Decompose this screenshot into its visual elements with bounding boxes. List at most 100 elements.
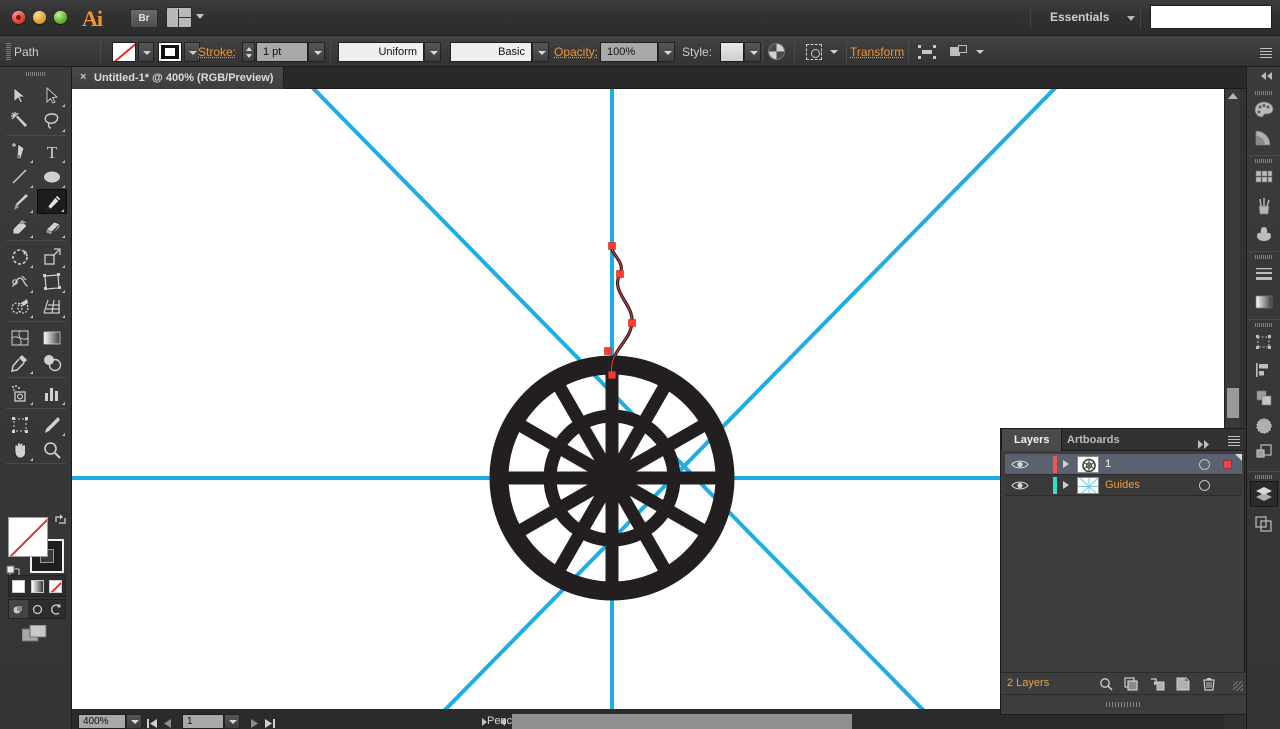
artboard-dropdown-icon[interactable] [224, 714, 240, 729]
zoom-tool[interactable] [37, 437, 67, 462]
hand-tool[interactable] [5, 437, 35, 462]
horizontal-scrollbar-thumb[interactable] [512, 714, 852, 729]
layers-list-body[interactable] [1005, 501, 1242, 619]
make-clipping-mask-icon[interactable] [1122, 676, 1140, 692]
dock-group-grip[interactable] [1255, 475, 1273, 479]
shape-builder-tool[interactable] [5, 294, 35, 319]
first-artboard-button[interactable] [146, 716, 158, 727]
arrange-documents-icon[interactable] [166, 7, 192, 28]
scroll-up-icon[interactable] [1228, 93, 1238, 99]
free-transform-tool[interactable] [37, 269, 67, 294]
visibility-eye-icon[interactable] [1011, 479, 1029, 492]
document-tab[interactable]: × Untitled-1* @ 400% (RGB/Preview) [72, 67, 284, 89]
brushes-panel-icon[interactable] [1250, 193, 1278, 219]
scale-tool[interactable] [37, 244, 67, 269]
eyedropper-tool[interactable] [5, 350, 35, 375]
transform-panel-icon[interactable] [1250, 329, 1278, 355]
opacity-mask-icon[interactable] [766, 42, 788, 62]
zoom-level-input[interactable]: 400% [78, 714, 126, 729]
status-info-menu-icon[interactable] [482, 718, 487, 726]
opacity-label[interactable]: Opacity: [554, 45, 598, 59]
chevron-down-icon[interactable] [826, 42, 838, 62]
pen-tool[interactable] [5, 139, 35, 164]
width-profile-input[interactable]: Uniform [338, 42, 424, 62]
stroke-weight-input[interactable]: 1 pt [256, 42, 308, 62]
target-indicator-icon[interactable] [1199, 480, 1210, 491]
chevron-down-icon[interactable] [196, 14, 204, 19]
style-dropdown-icon[interactable] [744, 42, 761, 62]
close-icon[interactable]: × [80, 73, 89, 82]
pathfinder-panel-icon[interactable] [1250, 385, 1278, 411]
perspective-grid-tool[interactable] [37, 294, 67, 319]
panel-drag-grip[interactable] [1106, 702, 1142, 707]
control-bar-menu-icon[interactable] [1260, 48, 1272, 58]
draw-normal-mode-button[interactable] [9, 600, 28, 618]
target-indicator-icon[interactable] [1199, 459, 1210, 470]
zoom-button[interactable] [54, 11, 67, 24]
mesh-tool[interactable] [5, 325, 35, 350]
layer-row-guides[interactable]: Guides [1005, 475, 1242, 496]
blend-tool[interactable] [37, 350, 67, 375]
selection-tool[interactable] [5, 83, 35, 108]
tools-panel-grip[interactable] [26, 72, 46, 76]
graphic-style-swatch[interactable] [720, 42, 744, 62]
dock-group-grip[interactable] [1255, 255, 1273, 259]
line-segment-tool[interactable] [5, 164, 35, 189]
screen-mode-button[interactable] [22, 625, 48, 643]
symbol-sprayer-tool[interactable] [5, 381, 35, 406]
fill-dropdown-icon[interactable] [138, 42, 154, 62]
rotate-tool[interactable] [5, 244, 35, 269]
vertical-scrollbar-thumb[interactable] [1227, 388, 1239, 418]
layer-name-label[interactable]: 1 [1105, 458, 1111, 470]
pencil-tool[interactable] [37, 189, 67, 214]
tab-artboards[interactable]: Artboards [1055, 429, 1132, 451]
scroll-left-icon[interactable] [500, 718, 505, 726]
control-bar-grip[interactable] [6, 43, 11, 60]
chevron-down-icon[interactable] [972, 42, 984, 62]
dock-group-grip[interactable] [1255, 323, 1273, 327]
paintbrush-tool[interactable] [5, 189, 35, 214]
gradient-fill-button[interactable] [28, 576, 47, 596]
stroke-panel-icon[interactable] [1250, 261, 1278, 287]
tab-layers[interactable]: Layers [1001, 429, 1062, 451]
eraser-tool[interactable] [37, 214, 67, 239]
draw-behind-mode-button[interactable] [28, 600, 47, 618]
chevron-down-icon[interactable] [1127, 16, 1135, 21]
transform-link[interactable]: Transform [850, 45, 904, 59]
workspace-switcher[interactable]: Essentials [1050, 10, 1109, 24]
collapse-dock-icon[interactable] [1261, 72, 1275, 82]
swatches-panel-icon[interactable] [1250, 165, 1278, 191]
artboards-panel-icon[interactable] [1250, 511, 1278, 537]
appearance-panel-icon[interactable] [1250, 439, 1278, 465]
search-input[interactable] [1150, 5, 1272, 29]
color-guide-panel-icon[interactable] [1250, 125, 1278, 151]
create-new-layer-icon[interactable] [1174, 676, 1192, 692]
width-tool[interactable] [5, 269, 35, 294]
panel-resize-handle[interactable] [1233, 681, 1243, 691]
width-profile-dropdown-icon[interactable] [424, 42, 441, 62]
type-tool[interactable]: T [37, 139, 67, 164]
layer-row-1[interactable]: 1 [1005, 454, 1242, 475]
bridge-button[interactable]: Br [130, 9, 158, 28]
expand-layer-icon[interactable] [1063, 481, 1069, 489]
align-panel-icon[interactable] [1250, 357, 1278, 383]
stroke-weight-dropdown-icon[interactable] [308, 42, 325, 62]
next-artboard-button[interactable] [248, 716, 260, 727]
slice-tool[interactable] [37, 412, 67, 437]
stroke-weight-label[interactable]: Stroke: [198, 45, 236, 59]
dock-group-grip[interactable] [1255, 91, 1273, 95]
symbols-panel-icon[interactable] [1250, 221, 1278, 247]
none-fill-button[interactable] [46, 576, 65, 596]
brush-definition-input[interactable]: Basic [450, 42, 532, 62]
align-icon[interactable] [918, 45, 936, 59]
stroke-weight-stepper[interactable] [242, 42, 255, 62]
opacity-dropdown-icon[interactable] [658, 42, 675, 62]
fill-swatch[interactable] [112, 42, 136, 62]
direct-selection-tool[interactable] [37, 83, 67, 108]
delete-selection-icon[interactable] [1200, 676, 1218, 692]
zoom-dropdown-icon[interactable] [126, 714, 142, 729]
color-panel-icon[interactable] [1250, 97, 1278, 123]
gradient-panel-icon[interactable] [1250, 289, 1278, 315]
expand-panel-icon[interactable] [1198, 436, 1210, 445]
stroke-swatch[interactable] [158, 42, 182, 62]
